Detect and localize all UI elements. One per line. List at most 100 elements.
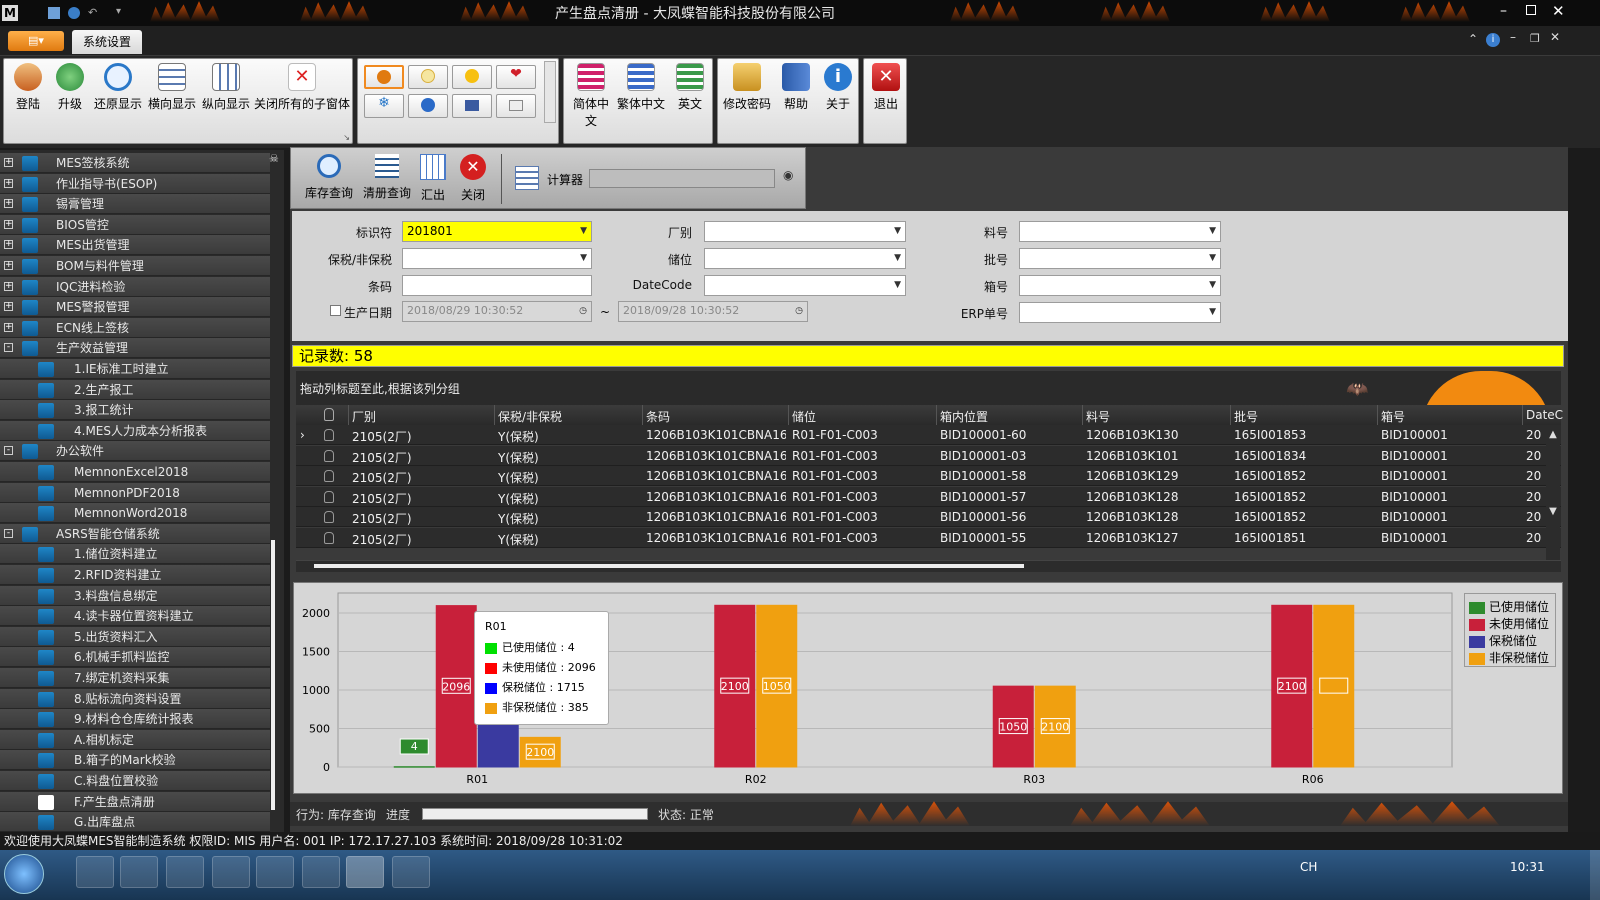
table-row[interactable]: 2105(2厂) Y(保税) 1206B103K101CBNA16... R01-F0… (296, 528, 1561, 548)
legend-item[interactable]: 已使用储位 (1469, 598, 1549, 615)
sidebar-item[interactable]: - 办公软件 (0, 441, 270, 462)
column-header[interactable]: 条码 (646, 408, 670, 425)
column-divider[interactable] (348, 405, 349, 425)
sidebar-item[interactable]: 2.RFID资料建立 (0, 565, 270, 585)
restore-view-button[interactable]: 还原显示 (92, 63, 144, 123)
legend-item[interactable]: 保税储位 (1469, 632, 1537, 649)
sidebar-item[interactable]: 7.绑定机资料采集 (0, 668, 270, 688)
sidebar-item[interactable]: C.料盘位置校验 (0, 771, 270, 791)
date-from-input[interactable]: 2018/08/29 10:30:52 ◷ (402, 301, 592, 322)
skin-button[interactable] (496, 94, 536, 118)
mdi-restore-button[interactable]: ❐ (1530, 32, 1540, 45)
taskbar-app-icon[interactable] (212, 856, 250, 888)
expand-icon[interactable]: + (4, 302, 13, 312)
row-lock-icon[interactable] (324, 429, 334, 441)
expand-icon[interactable]: + (4, 322, 13, 332)
scroll-thumb[interactable] (314, 564, 1024, 568)
inventory-query-button[interactable]: 库存查询 (303, 152, 355, 206)
show-desktop-button[interactable] (1590, 850, 1600, 900)
mdi-minimize-button[interactable]: – (1510, 30, 1516, 44)
table-row[interactable]: 2105(2厂) Y(保税) 1206B103K101CBNA16... R01-F0… (296, 507, 1561, 528)
file-explorer-icon[interactable] (120, 856, 158, 888)
row-lock-icon[interactable] (324, 490, 334, 503)
app-menu-button[interactable]: ▤▾ (8, 31, 64, 51)
grid-hscrollbar[interactable] (296, 560, 1561, 572)
clock[interactable]: 10:31 (1510, 860, 1545, 874)
legend-item[interactable]: 未使用储位 (1469, 615, 1549, 632)
date-to-input[interactable]: 2018/09/28 10:30:52 ◷ (618, 301, 808, 322)
calculator-input[interactable] (589, 169, 775, 188)
help-button[interactable]: 帮助 (776, 63, 816, 123)
part-select[interactable]: ▼ (1019, 221, 1221, 242)
column-divider[interactable] (1082, 405, 1083, 425)
erp-select[interactable]: ▼ (1019, 302, 1221, 323)
export-button[interactable]: 汇出 (417, 152, 449, 206)
expand-icon[interactable]: + (4, 178, 13, 188)
sidebar-item[interactable]: 4.读卡器位置资料建立 (0, 606, 270, 627)
sidebar-item[interactable]: 1.储位资料建立 (0, 544, 270, 565)
column-divider[interactable] (936, 405, 937, 425)
dialog-launcher-icon[interactable]: ↘ (343, 133, 350, 142)
sidebar-item[interactable]: + MES出货管理 (0, 235, 270, 256)
exit-button[interactable]: ✕ 退出 (866, 63, 906, 123)
sidebar-item[interactable]: MemnonExcel2018 (0, 462, 270, 482)
box-select[interactable]: ▼ (1019, 275, 1221, 296)
mes-app-icon[interactable] (346, 856, 384, 888)
sidebar-item[interactable]: + ECN线上签核 (0, 317, 270, 338)
close-all-children-button[interactable]: ✕ 关闭所有的子窗体 (254, 63, 350, 123)
lot-select[interactable]: ▼ (1019, 248, 1221, 269)
skin-button[interactable]: ❄ (364, 94, 404, 118)
datecode-select[interactable]: ▼ (704, 275, 906, 296)
wechat-icon[interactable] (392, 856, 430, 888)
upgrade-button[interactable]: 升级 (50, 63, 90, 123)
english-button[interactable]: 英文 (670, 63, 710, 123)
pdf-app-icon[interactable] (166, 856, 204, 888)
sidebar-item[interactable]: - ASRS智能仓储系统 (0, 523, 270, 544)
expand-icon[interactable]: + (4, 219, 13, 229)
collapse-ribbon-icon[interactable]: ⌃ (1468, 32, 1478, 46)
sidebar-item[interactable]: + BIOS管控 (0, 214, 270, 235)
about-button[interactable]: i 关于 (818, 63, 858, 123)
sidebar-item[interactable]: 2.生产报工 (0, 379, 270, 400)
sidebar-item[interactable]: 6.机械手抓料监控 (0, 647, 270, 668)
close-button[interactable]: ✕ (1552, 2, 1565, 20)
vertical-view-button[interactable]: 纵向显示 (200, 63, 252, 123)
sidebar-item[interactable]: + BOM与料件管理 (0, 256, 270, 276)
restore-button[interactable] (1526, 5, 1536, 15)
sidebar-item[interactable]: + IQC进料检验 (0, 276, 270, 297)
skin-button[interactable] (364, 65, 404, 89)
sidebar-item[interactable]: 9.材料仓仓库统计报表 (0, 709, 270, 730)
tab-system-settings[interactable]: 系统设置 (72, 30, 142, 54)
change-password-button[interactable]: 修改密码 (722, 63, 772, 123)
expand-icon[interactable]: + (4, 240, 13, 250)
barcode-input[interactable] (402, 275, 592, 296)
expand-icon[interactable]: + (4, 199, 13, 209)
sidebar-item[interactable]: 3.报工统计 (0, 400, 270, 421)
table-row[interactable]: › 2105(2厂) Y(保税) 1206B103K101CBNA16... R01-F… (296, 425, 1561, 445)
sidebar-item[interactable]: F.产生盘点清册 (0, 791, 270, 812)
login-button[interactable]: 登陆 (8, 63, 48, 123)
chrome-icon[interactable] (302, 856, 340, 888)
column-header[interactable]: 储位 (792, 408, 816, 425)
column-header[interactable]: 批号 (1234, 408, 1258, 425)
column-header[interactable]: 料号 (1086, 408, 1110, 425)
grid-vscrollbar[interactable]: ▲ ▼ (1546, 425, 1560, 560)
skin-button[interactable]: ❤ (496, 65, 536, 89)
list-query-button[interactable]: 清册查询 (361, 152, 413, 206)
visual-studio-icon[interactable] (256, 856, 294, 888)
help-icon[interactable]: i (1486, 33, 1500, 47)
column-divider[interactable] (1230, 405, 1231, 425)
tag-select[interactable]: 201801 ▼ (402, 221, 592, 242)
row-lock-icon[interactable] (324, 511, 334, 524)
calculator-icon[interactable] (515, 166, 539, 190)
tree-scrollbar[interactable] (271, 540, 275, 810)
gallery-scrollbar[interactable] (544, 61, 556, 123)
sidebar-item[interactable]: 4.MES人力成本分析报表 (0, 420, 270, 441)
column-header[interactable]: 厂别 (352, 408, 376, 425)
sidebar-item[interactable]: + MES签核系统 (0, 153, 270, 173)
column-header[interactable]: 保税/非保税 (498, 408, 562, 425)
eye-icon[interactable]: ◉ (783, 168, 793, 182)
table-row[interactable]: 2105(2厂) Y(保税) 1206B103K101CBNA16... R01-F0… (296, 486, 1561, 507)
column-header[interactable]: DateC (1526, 408, 1563, 422)
expand-icon[interactable]: + (4, 158, 13, 167)
